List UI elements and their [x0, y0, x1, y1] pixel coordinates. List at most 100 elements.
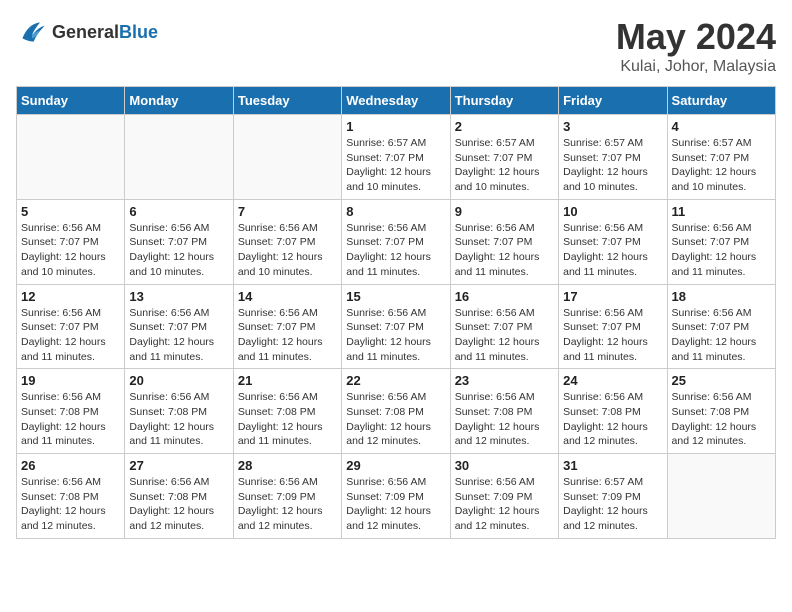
day-info: Sunrise: 6:56 AM Sunset: 7:07 PM Dayligh… [21, 306, 120, 365]
day-info: Sunrise: 6:57 AM Sunset: 7:07 PM Dayligh… [672, 136, 771, 195]
day-info: Sunrise: 6:56 AM Sunset: 7:07 PM Dayligh… [238, 221, 337, 280]
day-info: Sunrise: 6:56 AM Sunset: 7:07 PM Dayligh… [455, 221, 554, 280]
day-info: Sunrise: 6:56 AM Sunset: 7:08 PM Dayligh… [346, 390, 445, 449]
day-info: Sunrise: 6:56 AM Sunset: 7:07 PM Dayligh… [129, 306, 228, 365]
day-number: 7 [238, 204, 337, 219]
calendar-cell: 23 Sunrise: 6:56 AM Sunset: 7:08 PM Dayli… [450, 369, 558, 454]
day-number: 30 [455, 458, 554, 473]
calendar-cell: 15Sunrise: 6:56 AM Sunset: 7:07 PM Dayli… [342, 284, 450, 369]
day-info: Sunrise: 6:56 AM Sunset: 7:08 PM Dayligh… [238, 390, 337, 449]
day-number: 28 [238, 458, 337, 473]
logo-bird-icon [16, 16, 48, 48]
calendar-cell: 12 Sunrise: 6:56 AM Sunset: 7:07 PM Dayli… [17, 284, 125, 369]
calendar-cell: 6 Sunrise: 6:56 AM Sunset: 7:07 PM Daylig… [125, 199, 233, 284]
page-header: GeneralBlue May 2024 Kulai, Johor, Malay… [16, 16, 776, 76]
weekday-header-sunday: Sunday [17, 87, 125, 115]
weekday-header-monday: Monday [125, 87, 233, 115]
day-number: 9 [455, 204, 554, 219]
title-area: May 2024 Kulai, Johor, Malaysia [616, 16, 776, 76]
calendar-cell: 4 Sunrise: 6:57 AM Sunset: 7:07 PM Daylig… [667, 115, 775, 200]
day-number: 21 [238, 373, 337, 388]
logo: GeneralBlue [16, 16, 158, 48]
logo-general: General [52, 22, 119, 42]
weekday-header-tuesday: Tuesday [233, 87, 341, 115]
calendar-cell: 29 Sunrise: 6:56 AM Sunset: 7:09 PM Dayli… [342, 454, 450, 539]
day-number: 23 [455, 373, 554, 388]
day-number: 13 [129, 289, 228, 304]
day-info: Sunrise: 6:57 AM Sunset: 7:09 PM Dayligh… [563, 475, 662, 534]
day-info: Sunrise: 6:56 AM Sunset: 7:07 PM Dayligh… [129, 221, 228, 280]
calendar-cell: 16Sunrise: 6:56 AM Sunset: 7:07 PM Dayli… [450, 284, 558, 369]
calendar-cell: 27 Sunrise: 6:56 AM Sunset: 7:08 PM Dayli… [125, 454, 233, 539]
calendar-cell: 14Sunrise: 6:56 AM Sunset: 7:07 PM Dayli… [233, 284, 341, 369]
calendar-cell: 24 Sunrise: 6:56 AM Sunset: 7:08 PM Dayli… [559, 369, 667, 454]
day-info: Sunrise: 6:56 AM Sunset: 7:08 PM Dayligh… [455, 390, 554, 449]
day-info: Sunrise: 6:56 AM Sunset: 7:09 PM Dayligh… [346, 475, 445, 534]
day-number: 5 [21, 204, 120, 219]
weekday-header-thursday: Thursday [450, 87, 558, 115]
calendar-cell: 19 Sunrise: 6:56 AM Sunset: 7:08 PM Dayli… [17, 369, 125, 454]
calendar-cell: 11Sunrise: 6:56 AM Sunset: 7:07 PM Dayli… [667, 199, 775, 284]
calendar-cell: 17 Sunrise: 6:56 AM Sunset: 7:07 PM Dayli… [559, 284, 667, 369]
calendar-cell: 30 Sunrise: 6:56 AM Sunset: 7:09 PM Dayli… [450, 454, 558, 539]
day-number: 18 [672, 289, 771, 304]
location-title: Kulai, Johor, Malaysia [616, 58, 776, 76]
day-info: Sunrise: 6:56 AM Sunset: 7:08 PM Dayligh… [563, 390, 662, 449]
day-info: Sunrise: 6:57 AM Sunset: 7:07 PM Dayligh… [563, 136, 662, 195]
day-info: Sunrise: 6:56 AM Sunset: 7:08 PM Dayligh… [21, 390, 120, 449]
calendar-cell: 8Sunrise: 6:56 AM Sunset: 7:07 PM Daylig… [342, 199, 450, 284]
day-info: Sunrise: 6:56 AM Sunset: 7:07 PM Dayligh… [563, 221, 662, 280]
day-info: Sunrise: 6:56 AM Sunset: 7:07 PM Dayligh… [346, 306, 445, 365]
day-number: 4 [672, 119, 771, 134]
day-info: Sunrise: 6:56 AM Sunset: 7:08 PM Dayligh… [21, 475, 120, 534]
calendar-cell: 26 Sunrise: 6:56 AM Sunset: 7:08 PM Dayli… [17, 454, 125, 539]
week-row-3: 12 Sunrise: 6:56 AM Sunset: 7:07 PM Dayli… [17, 284, 776, 369]
weekday-header-saturday: Saturday [667, 87, 775, 115]
day-info: Sunrise: 6:56 AM Sunset: 7:08 PM Dayligh… [672, 390, 771, 449]
calendar-cell: 13 Sunrise: 6:56 AM Sunset: 7:07 PM Dayli… [125, 284, 233, 369]
week-row-4: 19 Sunrise: 6:56 AM Sunset: 7:08 PM Dayli… [17, 369, 776, 454]
calendar-cell [17, 115, 125, 200]
day-info: Sunrise: 6:56 AM Sunset: 7:07 PM Dayligh… [21, 221, 120, 280]
week-row-2: 5 Sunrise: 6:56 AM Sunset: 7:07 PM Daylig… [17, 199, 776, 284]
day-info: Sunrise: 6:57 AM Sunset: 7:07 PM Dayligh… [455, 136, 554, 195]
day-number: 17 [563, 289, 662, 304]
day-number: 10 [563, 204, 662, 219]
logo-text: GeneralBlue [52, 23, 158, 42]
day-number: 6 [129, 204, 228, 219]
day-info: Sunrise: 6:56 AM Sunset: 7:08 PM Dayligh… [129, 475, 228, 534]
day-number: 24 [563, 373, 662, 388]
calendar-cell [125, 115, 233, 200]
day-info: Sunrise: 6:56 AM Sunset: 7:07 PM Dayligh… [346, 221, 445, 280]
calendar-cell [233, 115, 341, 200]
calendar-cell: 1Sunrise: 6:57 AM Sunset: 7:07 PM Daylig… [342, 115, 450, 200]
day-number: 19 [21, 373, 120, 388]
calendar-cell: 25 Sunrise: 6:56 AM Sunset: 7:08 PM Dayli… [667, 369, 775, 454]
day-number: 11 [672, 204, 771, 219]
calendar-cell: 21 Sunrise: 6:56 AM Sunset: 7:08 PM Dayli… [233, 369, 341, 454]
day-number: 12 [21, 289, 120, 304]
day-info: Sunrise: 6:56 AM Sunset: 7:09 PM Dayligh… [455, 475, 554, 534]
day-info: Sunrise: 6:56 AM Sunset: 7:08 PM Dayligh… [129, 390, 228, 449]
day-number: 26 [21, 458, 120, 473]
month-title: May 2024 [616, 16, 776, 58]
calendar-cell: 28 Sunrise: 6:56 AM Sunset: 7:09 PM Dayli… [233, 454, 341, 539]
day-info: Sunrise: 6:56 AM Sunset: 7:09 PM Dayligh… [238, 475, 337, 534]
calendar-cell: 7 Sunrise: 6:56 AM Sunset: 7:07 PM Daylig… [233, 199, 341, 284]
day-number: 29 [346, 458, 445, 473]
calendar-cell [667, 454, 775, 539]
calendar-cell: 10 Sunrise: 6:56 AM Sunset: 7:07 PM Dayli… [559, 199, 667, 284]
calendar-cell: 9 Sunrise: 6:56 AM Sunset: 7:07 PM Daylig… [450, 199, 558, 284]
day-number: 22 [346, 373, 445, 388]
logo-blue: Blue [119, 22, 158, 42]
calendar-cell: 31Sunrise: 6:57 AM Sunset: 7:09 PM Dayli… [559, 454, 667, 539]
day-number: 27 [129, 458, 228, 473]
day-number: 25 [672, 373, 771, 388]
day-number: 14 [238, 289, 337, 304]
calendar-cell: 2Sunrise: 6:57 AM Sunset: 7:07 PM Daylig… [450, 115, 558, 200]
day-number: 20 [129, 373, 228, 388]
day-info: Sunrise: 6:56 AM Sunset: 7:07 PM Dayligh… [563, 306, 662, 365]
day-number: 1 [346, 119, 445, 134]
calendar-cell: 18Sunrise: 6:56 AM Sunset: 7:07 PM Dayli… [667, 284, 775, 369]
weekday-header-row: SundayMondayTuesdayWednesdayThursdayFrid… [17, 87, 776, 115]
